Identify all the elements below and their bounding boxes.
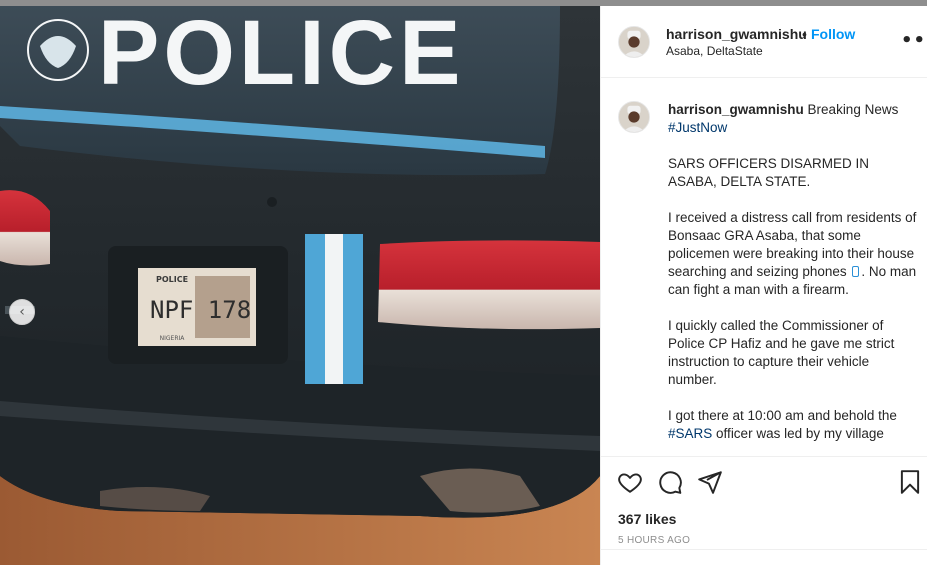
caption-text: harrison_gwamnishu Breaking News #JustNo… — [668, 101, 918, 456]
carousel-prev-button[interactable]: ‹ — [9, 299, 35, 325]
police-window-lettering: POLICE — [98, 6, 464, 104]
follow-button[interactable]: Follow — [811, 26, 855, 42]
heart-icon[interactable] — [617, 469, 643, 495]
likes-count[interactable]: 367 likes — [618, 511, 676, 527]
post-sidebar: harrison_gwamnishu • Follow Asaba, Delta… — [600, 6, 927, 565]
caption-paragraph: I got there at 10:00 am and behold the — [668, 408, 897, 423]
mobile-phone-icon — [852, 266, 860, 277]
caption-username[interactable]: harrison_gwamnishu — [668, 102, 804, 117]
police-car-image: POLICE NPF 178 NIGERIA POLICE — [0, 6, 600, 565]
plate-bottom-text: NIGERIA — [160, 335, 186, 342]
caption-paragraph: I quickly called the Commissioner of Pol… — [668, 318, 895, 387]
plate-number: NPF 178 — [150, 296, 251, 324]
username-link[interactable]: harrison_gwamnishu — [666, 26, 807, 42]
caption-paragraph: officer was led by my village — [716, 426, 884, 441]
caption-intro: Breaking News — [807, 102, 899, 117]
caption-paragraph: SARS OFFICERS DISARMED IN ASABA, DELTA S… — [668, 156, 870, 189]
profile-picture-icon — [619, 27, 649, 57]
post-header: harrison_gwamnishu • Follow Asaba, Delta… — [601, 6, 927, 78]
caption-scroll-area[interactable]: harrison_gwamnishu Breaking News #JustNo… — [601, 79, 927, 456]
location-link[interactable]: Asaba, DeltaState — [666, 44, 763, 58]
share-icon[interactable] — [697, 469, 723, 495]
comment-icon[interactable] — [657, 469, 683, 495]
bookmark-icon[interactable] — [897, 469, 923, 495]
avatar[interactable] — [618, 26, 650, 58]
hashtag-link[interactable]: #SARS — [668, 426, 712, 441]
avatar[interactable] — [618, 101, 650, 133]
hashtag-link[interactable]: #JustNow — [668, 120, 727, 135]
plate-top-text: POLICE — [156, 275, 188, 284]
divider — [601, 549, 927, 550]
post-photo[interactable]: POLICE NPF 178 NIGERIA POLICE ‹ — [0, 6, 600, 565]
separator-dot: • — [802, 26, 807, 42]
more-options-icon[interactable]: ••• — [901, 30, 927, 51]
post-timestamp[interactable]: 5 HOURS AGO — [618, 535, 690, 546]
profile-picture-icon — [619, 102, 649, 132]
chevron-left-icon: ‹ — [19, 304, 25, 320]
post-actions: 367 likes 5 HOURS AGO — [601, 456, 927, 559]
